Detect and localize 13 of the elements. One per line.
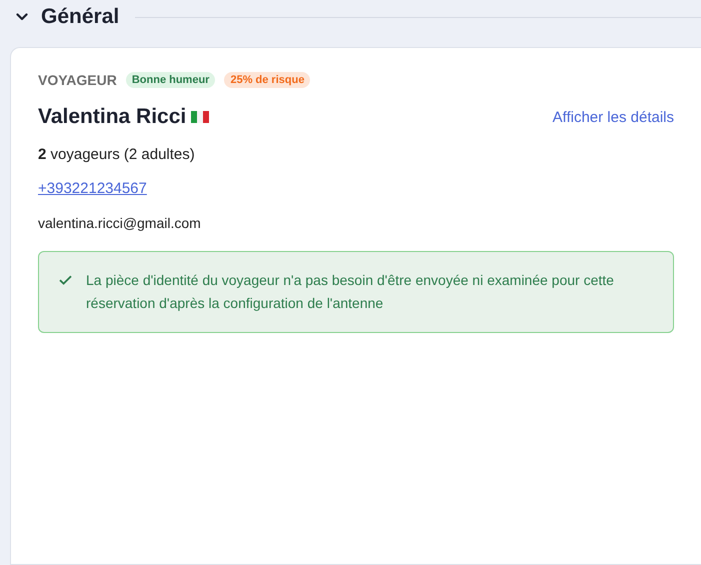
traveler-name: Valentina Ricci: [38, 105, 186, 129]
phone-link[interactable]: +393221234567: [38, 180, 147, 197]
status-tag: Bonne humeur: [126, 72, 216, 88]
traveler-label: VOYAGEUR: [38, 72, 117, 88]
check-icon: [59, 275, 72, 285]
guests-text: 2 voyageurs (2 adultes): [38, 146, 196, 163]
notice-text: La pièce d'identité du voyageur n'a pas besoin d'être envoyée ni examinée pour cette réservation d'après la configuration de l'antenne: [86, 271, 615, 313]
section-title: Général: [41, 5, 120, 29]
details-link[interactable]: Afficher les détails: [552, 108, 674, 126]
flag-icon: [191, 111, 210, 123]
email-text: valentina.ricci@gmail.com: [38, 215, 202, 231]
chevron-icon[interactable]: [16, 13, 28, 21]
status-tag: 25% de risque: [224, 72, 310, 88]
